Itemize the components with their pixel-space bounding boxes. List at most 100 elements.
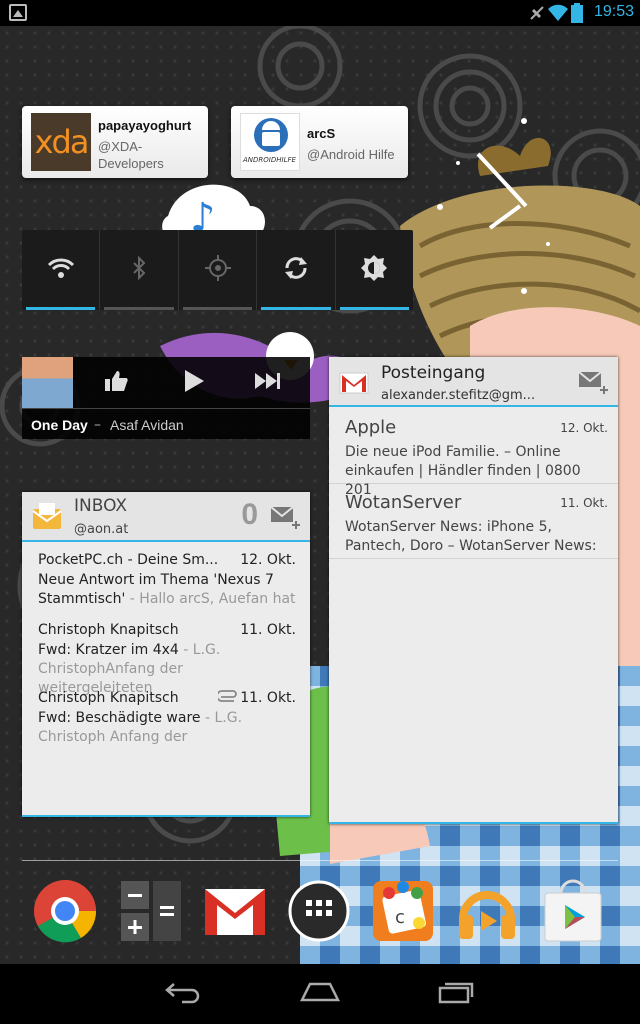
dock-divider	[22, 860, 618, 861]
message-preview: Hallo arcS, Auefan hat	[139, 591, 296, 607]
compose-button[interactable]	[270, 504, 300, 534]
contact-handle-line1: @XDA-	[98, 139, 143, 154]
game-icon: c	[371, 879, 435, 947]
message-dash: -	[129, 591, 140, 607]
email-bottom-bar	[22, 815, 310, 817]
skip-next-icon	[254, 372, 282, 394]
message-date: 12. Okt.	[240, 552, 296, 568]
dock-app-play-music[interactable]	[454, 880, 520, 946]
message-date: 11. Okt.	[560, 496, 608, 510]
email-message[interactable]: Christoph Knapitsch 11. Okt. Fwd: Beschä…	[22, 686, 310, 754]
contact-handle-line2: Developers	[98, 156, 164, 171]
email-app-icon	[31, 501, 63, 531]
message-body: Neue Antwort im Thema 'Nexus 7 Stammtisc…	[38, 571, 300, 609]
wifi-status-icon	[548, 4, 568, 26]
play-button[interactable]	[178, 369, 210, 397]
twitter-contact-widget[interactable]: xda papayayoghurt @XDA- Developers	[22, 106, 208, 178]
email-widget: INBOX @aon.at 0 PocketPC.ch - Deine Sm..…	[22, 492, 310, 817]
attachment-icon	[216, 689, 238, 708]
compose-mail-icon	[270, 506, 300, 529]
toggle-indicator	[261, 307, 331, 310]
contact-handle-line1: @Android Hilfe	[307, 147, 395, 162]
message-subject: Fwd: Kratzer im 4x4	[38, 642, 179, 658]
message-body: Fwd: Beschädigte ware - L.G. Christoph A…	[38, 709, 300, 747]
track-artist: Asaf Avidan	[110, 417, 184, 433]
app-drawer-icon	[287, 879, 351, 947]
album-art[interactable]	[22, 357, 73, 408]
gmail-widget-header[interactable]: Posteingang alexander.stefitz@gm...	[329, 357, 618, 407]
back-button[interactable]	[156, 978, 212, 1010]
twitter-contact-widget[interactable]: ANDROIDHILFE arcS @Android Hilfe	[231, 106, 408, 178]
compose-button[interactable]	[578, 369, 608, 399]
gmail-message[interactable]: Apple 12. Okt. Die neue iPod Familie. – …	[329, 409, 618, 498]
dock-app-chrome[interactable]	[32, 880, 98, 946]
unread-count: 0	[241, 498, 258, 531]
message-sender: Christoph Knapitsch	[38, 690, 179, 706]
android-hilfe-avatar: ANDROIDHILFE	[240, 113, 300, 171]
dock-app-calculator[interactable]	[118, 880, 184, 946]
gmail-icon	[339, 368, 369, 398]
message-snippet: WotanServer News: iPhone 5, Pantech, Dor…	[345, 519, 597, 554]
dock-app-play-store[interactable]	[540, 879, 606, 947]
message-sender: PocketPC.ch - Deine Sm...	[38, 552, 219, 568]
dock-app-drawer[interactable]	[286, 880, 352, 946]
android-robot-icon	[254, 118, 288, 152]
sync-toggle[interactable]	[257, 230, 336, 310]
brightness-toggle[interactable]	[336, 230, 413, 310]
thumbs-up-icon	[104, 370, 128, 396]
message-date: 11. Okt.	[240, 690, 296, 706]
message-date: 12. Okt.	[560, 421, 608, 435]
home-icon	[299, 980, 341, 1008]
message-sender: Christoph Knapitsch	[38, 622, 179, 638]
message-date: 11. Okt.	[240, 622, 296, 638]
recents-button[interactable]	[428, 978, 484, 1010]
brightness-icon	[360, 254, 388, 286]
email-account: @aon.at	[74, 522, 129, 537]
gps-toggle[interactable]	[179, 230, 258, 310]
gmail-widget: Posteingang alexander.stefitz@gm... Appl…	[329, 357, 618, 824]
email-message[interactable]: PocketPC.ch - Deine Sm... 12. Okt. Neue …	[22, 548, 310, 616]
signal-blocked-icon	[528, 4, 546, 26]
back-icon	[164, 980, 204, 1008]
battery-icon	[571, 3, 583, 27]
track-separator: –	[94, 417, 101, 433]
gps-icon	[204, 255, 231, 285]
music-widget: One Day – Asaf Avidan	[22, 357, 310, 439]
message-sender: WotanServer	[345, 492, 462, 513]
bluetooth-icon	[131, 255, 147, 284]
recents-icon	[436, 980, 476, 1008]
contact-handle: @Android Hilfe	[307, 146, 395, 163]
wifi-icon	[47, 257, 75, 283]
message-dash: -	[204, 710, 215, 726]
dock-app-game[interactable]: c	[370, 880, 436, 946]
compose-mail-icon	[578, 371, 608, 394]
xda-logo-text: xda	[34, 123, 90, 161]
toggle-indicator	[104, 307, 174, 310]
power-control-widget	[22, 230, 413, 310]
home-button[interactable]	[292, 978, 348, 1010]
chrome-icon	[33, 879, 97, 947]
message-dash: -	[183, 642, 193, 658]
contact-handle: @XDA- Developers	[98, 138, 164, 172]
picture-notification-icon[interactable]	[9, 4, 27, 21]
next-track-button[interactable]	[252, 369, 284, 397]
email-folder-label: INBOX	[74, 496, 128, 516]
email-widget-header[interactable]: INBOX @aon.at 0	[22, 492, 310, 542]
thumbs-up-button[interactable]	[100, 369, 132, 397]
headphones-icon	[455, 879, 519, 947]
gmail-message[interactable]: WotanServer 11. Okt. WotanServer News: i…	[329, 484, 618, 559]
android-hilfe-logo-text: ANDROIDHILFE	[243, 156, 296, 164]
dock-app-gmail[interactable]	[202, 880, 268, 946]
sync-icon	[283, 255, 309, 285]
gmail-account: alexander.stefitz@gm...	[381, 388, 536, 403]
email-message[interactable]: Christoph Knapitsch 11. Okt. Fwd: Kratze…	[22, 618, 310, 696]
play-icon	[183, 369, 205, 397]
music-divider	[22, 408, 310, 409]
toggle-indicator	[26, 307, 96, 310]
status-bar: 19:53	[0, 0, 640, 26]
gmail-icon	[203, 881, 267, 945]
gmail-folder-label: Posteingang	[381, 363, 486, 383]
wifi-toggle[interactable]	[22, 230, 101, 310]
bluetooth-toggle[interactable]	[100, 230, 179, 310]
play-store-icon	[541, 879, 605, 947]
